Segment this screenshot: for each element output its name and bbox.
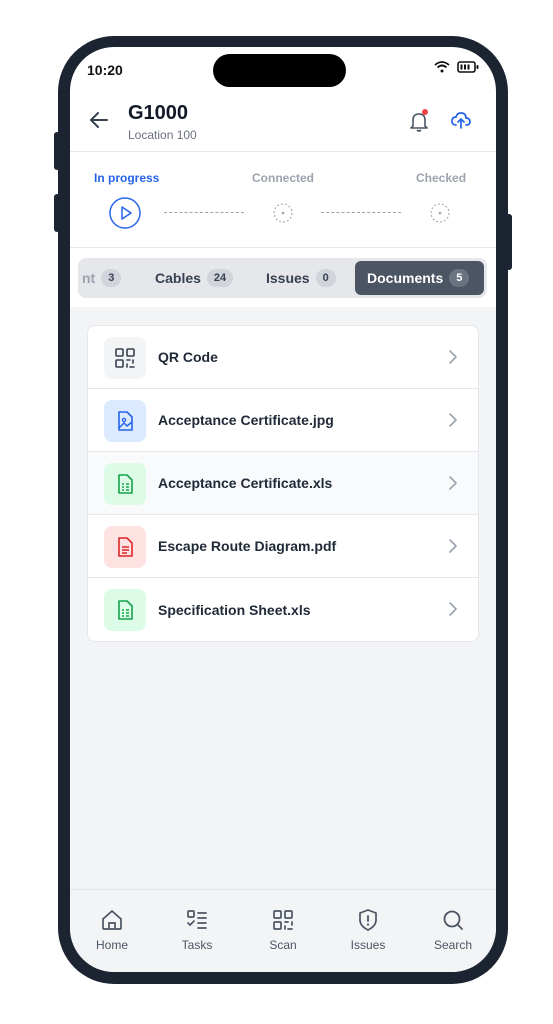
wifi-icon xyxy=(434,61,450,73)
battery-icon xyxy=(457,61,479,73)
image-file-icon xyxy=(104,400,146,442)
chevron-right-icon xyxy=(449,350,457,364)
nav-scan[interactable]: Scan xyxy=(253,908,313,952)
nav-tasks[interactable]: Tasks xyxy=(167,908,227,952)
spreadsheet-file-icon xyxy=(104,589,146,631)
home-icon xyxy=(102,910,122,930)
play-icon[interactable] xyxy=(109,197,141,229)
step-label-connected: Connected xyxy=(252,171,315,185)
nav-label: Tasks xyxy=(181,938,213,952)
document-name: Acceptance Certificate.xls xyxy=(158,475,333,491)
tab-count: 5 xyxy=(449,269,470,287)
status-bar: 10:20 xyxy=(70,47,496,93)
app-header: G1000 Location 100 xyxy=(70,93,496,152)
document-name: Acceptance Certificate.jpg xyxy=(158,412,334,428)
notification-badge xyxy=(422,109,428,115)
list-item[interactable]: Specification Sheet.xls xyxy=(88,578,478,641)
document-list: QR Code Acceptance Certificate.jpg Accep… xyxy=(87,325,479,642)
document-name: Specification Sheet.xls xyxy=(158,601,311,618)
issues-icon xyxy=(359,909,377,931)
dynamic-island xyxy=(213,54,346,87)
spreadsheet-file-icon xyxy=(104,463,146,505)
tab-count: 24 xyxy=(206,269,234,287)
scan-icon xyxy=(273,910,293,930)
list-item[interactable]: Acceptance Certificate.xls xyxy=(88,452,478,515)
search-icon xyxy=(443,910,463,930)
tab-label: Documents xyxy=(367,270,444,286)
app-screen: 10:20 G1000 Location 100 In progress Con… xyxy=(70,47,496,972)
tasks-icon xyxy=(187,910,207,929)
pdf-file-icon xyxy=(104,526,146,568)
document-list-area: QR Code Acceptance Certificate.jpg Accep… xyxy=(70,307,496,889)
step-connector xyxy=(164,212,244,213)
tab-issues[interactable]: Issues 0 xyxy=(266,258,336,298)
nav-label: Search xyxy=(433,938,473,952)
cloud-upload-icon[interactable] xyxy=(450,109,472,131)
step-label-checked: Checked xyxy=(416,171,467,185)
tab-label: Issues xyxy=(266,270,310,286)
nav-search[interactable]: Search xyxy=(423,908,483,952)
page-title: G1000 xyxy=(128,102,189,124)
bottom-navigation: Home Tasks Scan Issues Search xyxy=(70,889,496,972)
nav-label: Scan xyxy=(269,938,297,952)
tab-label: nt xyxy=(82,270,96,286)
tab-bar: nt 3 Cables 24 Issues 0 Documents 5 xyxy=(78,258,487,298)
document-name: QR Code xyxy=(158,349,218,365)
nav-issues[interactable]: Issues xyxy=(338,908,398,952)
chevron-right-icon xyxy=(449,602,457,616)
chevron-right-icon xyxy=(449,539,457,553)
nav-home[interactable]: Home xyxy=(82,908,142,952)
progress-steps: In progress Connected Checked xyxy=(70,153,496,248)
status-icons xyxy=(434,61,479,73)
status-time: 10:20 xyxy=(87,62,123,78)
tab-count: 3 xyxy=(101,269,122,287)
qr-code-icon xyxy=(104,337,146,379)
tab-count: 0 xyxy=(315,269,336,287)
nav-label: Home xyxy=(95,938,128,952)
document-name: Escape Route Diagram.pdf xyxy=(158,538,337,554)
chevron-right-icon xyxy=(449,476,457,490)
list-item[interactable]: Acceptance Certificate.jpg xyxy=(88,389,478,452)
step-connector xyxy=(321,212,401,213)
pending-step-icon xyxy=(273,203,293,223)
page-subtitle: Location 100 xyxy=(128,128,197,142)
tab-label: Cables xyxy=(155,270,201,286)
nav-label: Issues xyxy=(350,938,386,952)
step-label-in-progress: In progress xyxy=(94,171,160,185)
tab-equipment[interactable]: nt 3 xyxy=(82,258,122,298)
tab-cables[interactable]: Cables 24 xyxy=(155,258,234,298)
back-arrow-icon[interactable] xyxy=(88,109,110,131)
list-item[interactable]: Escape Route Diagram.pdf xyxy=(88,515,478,578)
chevron-right-icon xyxy=(449,413,457,427)
tab-documents[interactable]: Documents 5 xyxy=(355,261,484,295)
pending-step-icon xyxy=(430,203,450,223)
list-item[interactable]: QR Code xyxy=(88,326,478,389)
